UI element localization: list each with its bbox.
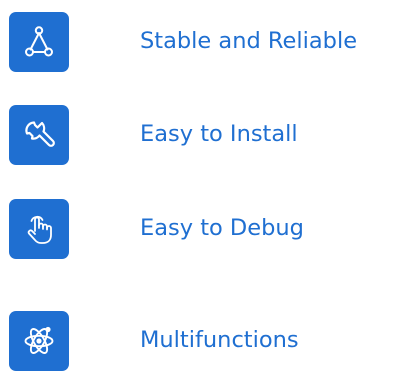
feature-multifunctions: Multifunctions — [0, 311, 411, 379]
atom-icon — [24, 326, 54, 354]
feature-label: Easy to Debug — [140, 215, 304, 241]
feature-easy-debug: Easy to Debug — [0, 199, 411, 267]
feature-icon-tile — [9, 105, 69, 165]
pointer-hand-icon — [27, 215, 52, 244]
feature-label: Multifunctions — [140, 327, 299, 353]
triangle-nodes-icon — [25, 26, 53, 57]
feature-label: Stable and Reliable — [140, 28, 358, 54]
feature-easy-install: Easy to Install — [0, 105, 411, 173]
feature-stable-reliable: Stable and Reliable — [0, 12, 411, 80]
wrench-icon — [25, 121, 55, 147]
feature-icon-tile — [9, 199, 69, 259]
feature-icon-tile — [9, 12, 69, 72]
feature-label: Easy to Install — [140, 121, 298, 147]
feature-icon-tile — [9, 311, 69, 371]
